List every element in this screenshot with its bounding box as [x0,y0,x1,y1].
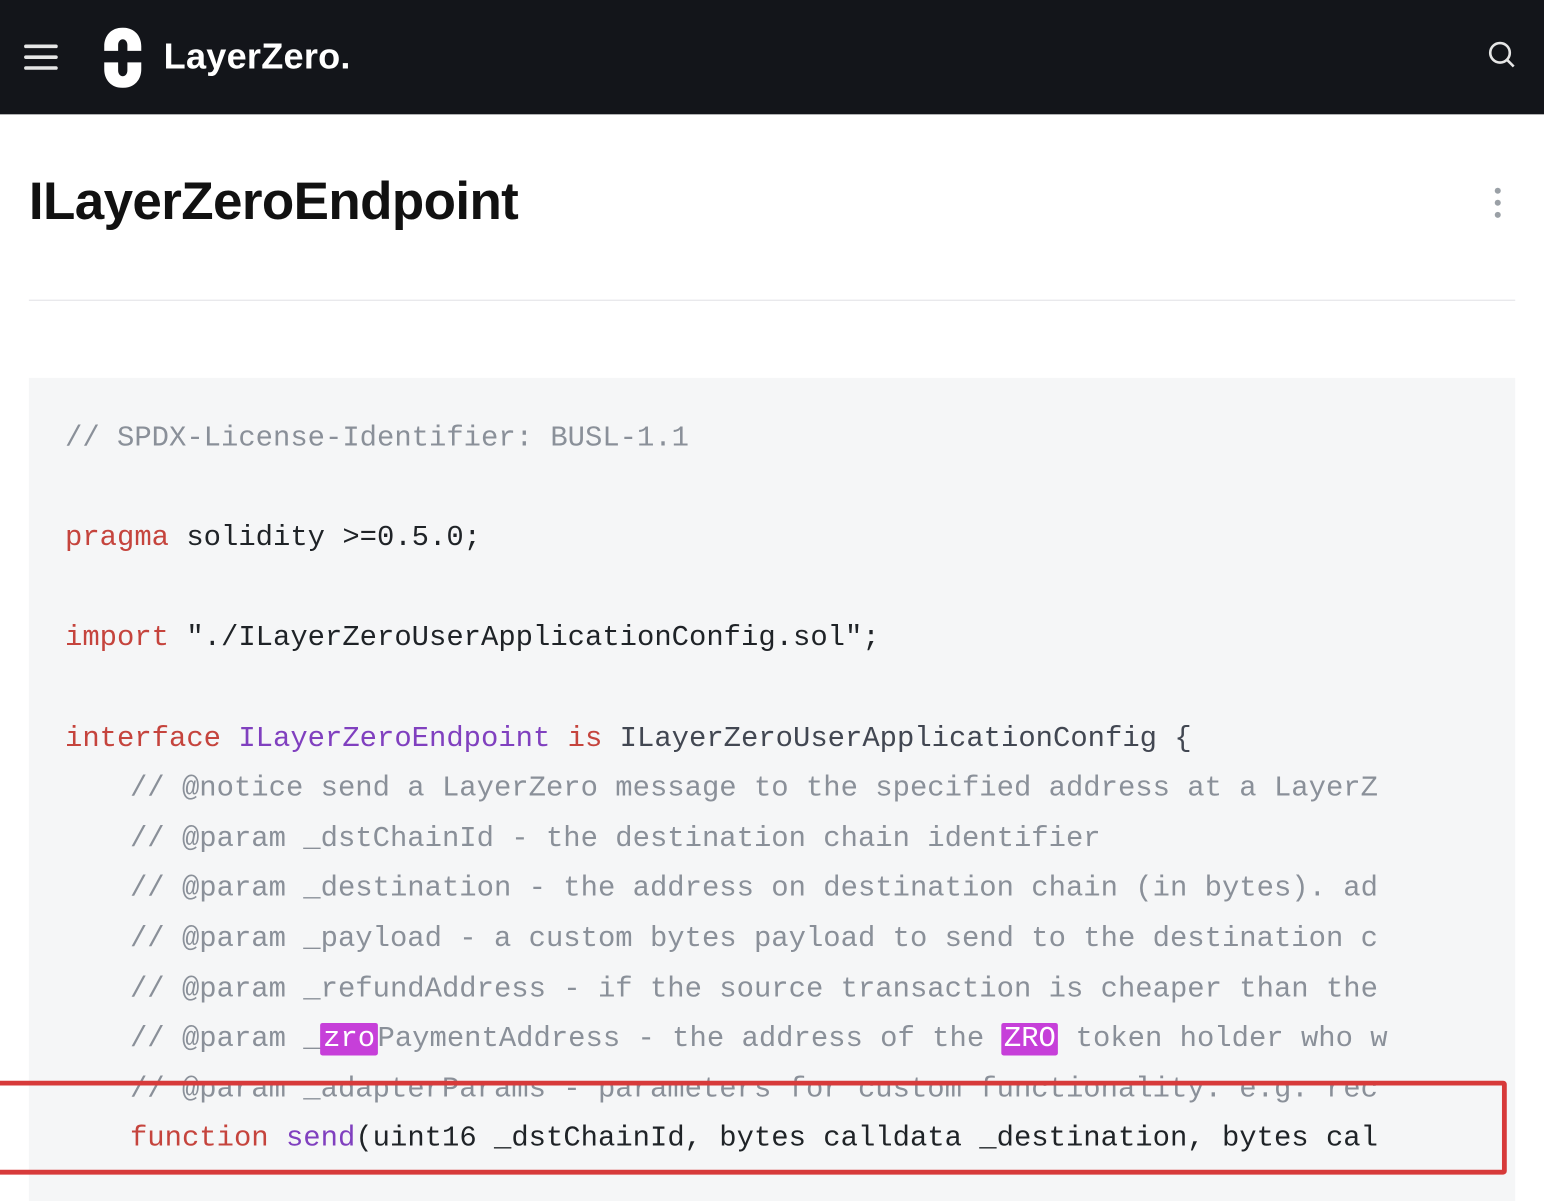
code-comment-highlighted: // @param _zroPaymentAddress - the addre… [65,1015,1388,1065]
search-icon[interactable] [1486,39,1517,76]
code-line: function send(uint16 _dstChainId, bytes … [65,1115,1378,1165]
code-text: // @param _ [130,1023,321,1055]
code-string: "./ILayerZeroUserApplicationConfig.sol"; [169,623,880,655]
code-keyword: is [568,723,603,755]
code-keyword: interface [65,723,221,755]
code-text: (uint16 _dstChainId, bytes calldata _des… [355,1123,1378,1155]
code-keyword: function [130,1123,269,1155]
brand-logo-icon [99,27,147,87]
topbar: LayerZero. [0,0,1544,114]
page-body: ILayerZeroEndpoint 律动 // SPDX-License-Id… [0,114,1544,1201]
code-text: PaymentAddress - the address of the [377,1023,1001,1055]
highlight-token: zro [321,1023,378,1055]
code-text: solidity >=0.5.0; [169,523,481,555]
code-comment: // @param _adapterParams - parameters fo… [65,1065,1378,1115]
code-type: ILayerZeroUserApplicationConfig { [602,723,1191,755]
code-comment: // @param _dstChainId - the destination … [65,814,1101,864]
code-comment: // @param _refundAddress - if the source… [65,965,1378,1015]
more-options-icon[interactable] [1479,184,1515,220]
code-block: // SPDX-License-Identifier: BUSL-1.1 pra… [29,378,1515,1201]
page-title: ILayerZeroEndpoint [29,172,518,232]
code-comment: // @param _destination - the address on … [65,865,1378,915]
code-function: send [269,1123,356,1155]
highlight-token: ZRO [1001,1023,1058,1055]
code-keyword: pragma [65,523,169,555]
code-comment: // @param _payload - a custom bytes payl… [65,915,1378,965]
brand-name: LayerZero. [164,37,351,78]
code-identifier: ILayerZeroEndpoint [221,723,568,755]
code-comment: // SPDX-License-Identifier: BUSL-1.1 [65,422,689,454]
code-text: token holder who w [1058,1023,1387,1055]
brand[interactable]: LayerZero. [99,27,351,87]
code-comment: // @notice send a LayerZero message to t… [65,764,1378,814]
code-keyword: import [65,623,169,655]
menu-icon[interactable] [24,37,65,78]
title-row: ILayerZeroEndpoint [29,114,1515,301]
